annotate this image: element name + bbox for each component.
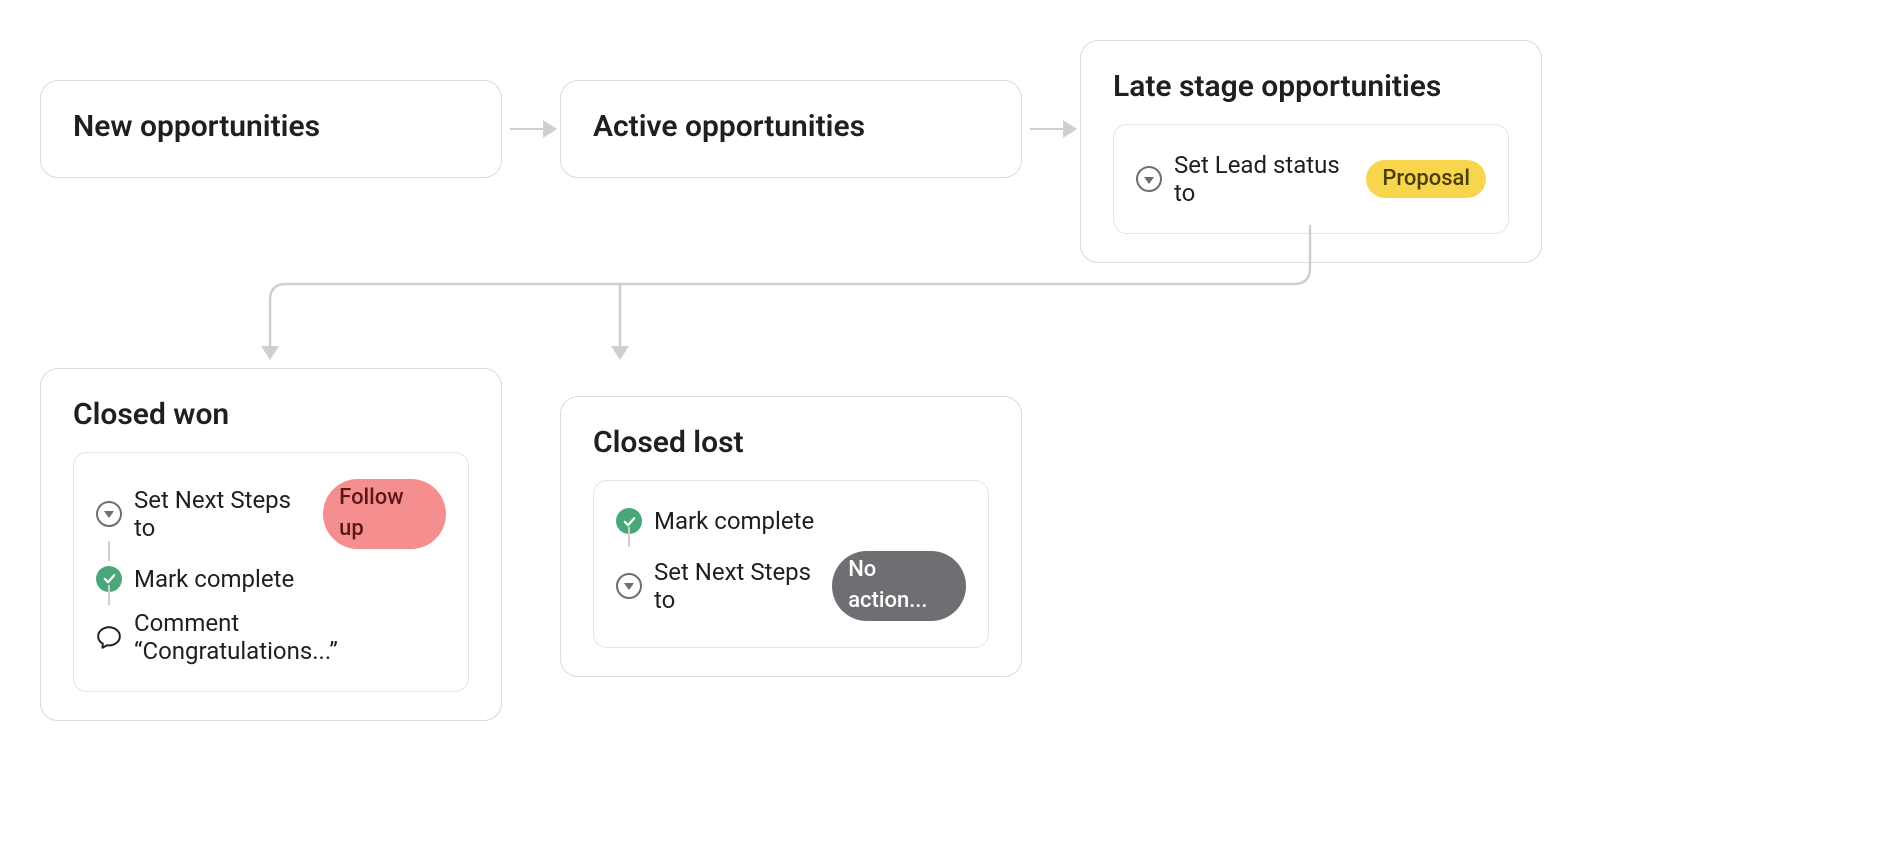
rules-box: Set Lead status to Proposal [1113, 124, 1509, 234]
rule-comment[interactable]: Comment “Congratulations...” [96, 601, 446, 673]
comment-icon [96, 624, 122, 650]
rule-mark-complete[interactable]: Mark complete [616, 499, 966, 543]
status-pill-noaction: No action... [832, 551, 966, 621]
stage-card-closed-lost[interactable]: Closed lost Mark complete Set Next Steps… [560, 396, 1022, 677]
rule-set-next-steps[interactable]: Set Next Steps to No action... [616, 543, 966, 629]
rule-text: Set Lead status to [1174, 151, 1354, 207]
stage-card-closed-won[interactable]: Closed won Set Next Steps to Follow up M… [40, 368, 502, 721]
rule-text: Comment “Congratulations...” [134, 609, 446, 665]
arrowhead-to-won [261, 346, 279, 360]
chevron-down-circle-icon [1136, 166, 1162, 192]
stage-title: New opportunities [73, 109, 469, 144]
status-pill-followup: Follow up [323, 479, 446, 549]
rule-text: Set Next Steps to [654, 558, 820, 614]
stage-card-active[interactable]: Active opportunities [560, 80, 1022, 178]
rule-text: Mark complete [654, 507, 814, 535]
rules-box: Set Next Steps to Follow up Mark complet… [73, 452, 469, 692]
stage-card-new[interactable]: New opportunities [40, 80, 502, 178]
stage-title: Late stage opportunities [1113, 69, 1509, 104]
rule-set-next-steps[interactable]: Set Next Steps to Follow up [96, 471, 446, 557]
rule-mark-complete[interactable]: Mark complete [96, 557, 446, 601]
stage-title: Closed lost [593, 425, 989, 460]
chevron-down-circle-icon [616, 573, 642, 599]
rule-text: Set Next Steps to [134, 486, 311, 542]
arrow-new-to-active [510, 120, 557, 138]
rule-set-lead-status[interactable]: Set Lead status to Proposal [1136, 143, 1486, 215]
rules-box: Mark complete Set Next Steps to No actio… [593, 480, 989, 648]
stage-title: Active opportunities [593, 109, 989, 144]
workflow-canvas: New opportunities Active opportunities L… [0, 0, 1880, 856]
status-pill-proposal: Proposal [1366, 160, 1486, 199]
arrow-active-to-late [1030, 120, 1077, 138]
arrowhead-to-lost [611, 346, 629, 360]
rule-text: Mark complete [134, 565, 294, 593]
connector-late-to-closed [260, 226, 1320, 386]
stage-title: Closed won [73, 397, 469, 432]
chevron-down-circle-icon [96, 501, 122, 527]
